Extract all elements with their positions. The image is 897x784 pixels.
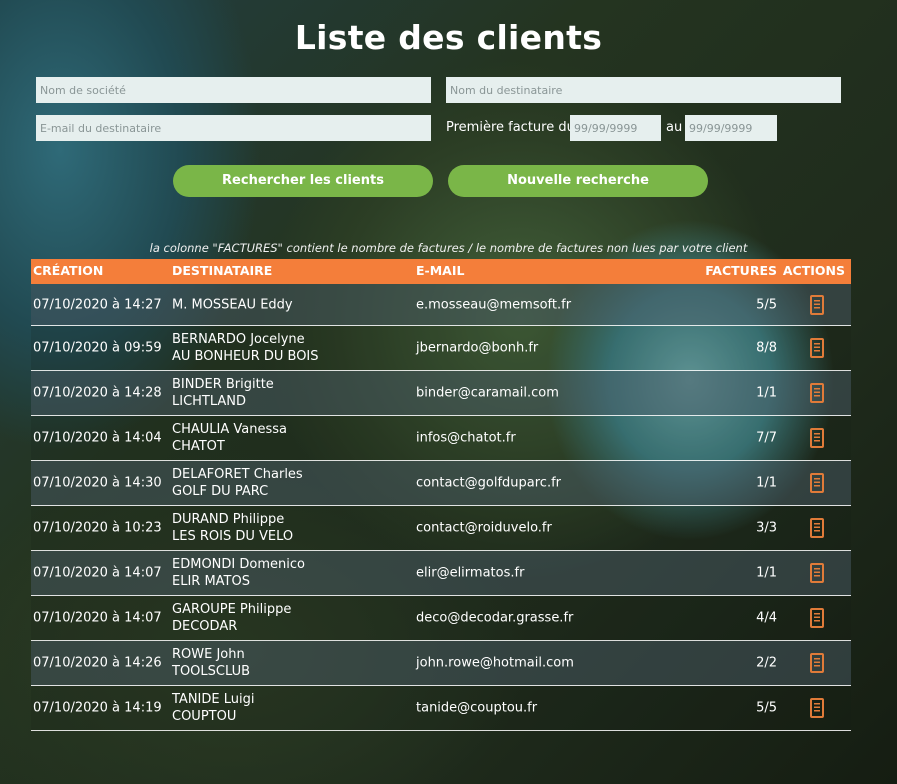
table-row: 07/10/2020 à 14:07 EDMONDI Domenico ELIR… xyxy=(31,551,851,596)
cell-factures: 5/5 xyxy=(756,700,777,716)
cell-email: tanide@couptou.fr xyxy=(416,700,538,716)
table-row: 07/10/2020 à 14:19 TANIDE Luigi COUPTOU … xyxy=(31,686,851,731)
table-body: 07/10/2020 à 14:27 M. MOSSEAU Eddy e.mos… xyxy=(31,284,851,731)
cell-creation: 07/10/2020 à 14:07 xyxy=(33,610,162,626)
invoice-list-icon[interactable] xyxy=(810,473,824,493)
cell-email: deco@decodar.grasse.fr xyxy=(416,610,574,626)
cell-destinataire: ROWE John TOOLSCLUB xyxy=(172,646,250,680)
invoice-list-icon[interactable] xyxy=(810,428,824,448)
table-row: 07/10/2020 à 14:04 CHAULIA Vanessa CHATO… xyxy=(31,416,851,461)
cell-email: elir@elirmatos.fr xyxy=(416,565,525,581)
recipient-name: ROWE John xyxy=(172,647,245,662)
cell-creation: 07/10/2020 à 14:28 xyxy=(33,385,162,401)
recipient-name: M. MOSSEAU Eddy xyxy=(172,297,293,312)
cell-creation: 07/10/2020 à 09:59 xyxy=(33,340,162,356)
header-actions: ACTIONS xyxy=(782,263,845,278)
recipient-name: BINDER Brigitte xyxy=(172,377,274,392)
cell-creation: 07/10/2020 à 14:07 xyxy=(33,565,162,581)
recipient-name: EDMONDI Domenico xyxy=(172,557,305,572)
cell-creation: 07/10/2020 à 14:19 xyxy=(33,700,162,716)
cell-creation: 07/10/2020 à 14:30 xyxy=(33,475,162,491)
invoice-list-icon[interactable] xyxy=(810,518,824,538)
cell-email: jbernardo@bonh.fr xyxy=(416,340,539,356)
cell-email: binder@caramail.com xyxy=(416,385,559,401)
company-name: LES ROIS DU VELO xyxy=(172,529,294,544)
date-from-input[interactable] xyxy=(570,115,661,141)
recipient-name: CHAULIA Vanessa xyxy=(172,422,287,437)
cell-factures: 1/1 xyxy=(756,385,777,401)
cell-destinataire: GAROUPE Philippe DECODAR xyxy=(172,601,291,635)
table-row: 07/10/2020 à 14:26 ROWE John TOOLSCLUB j… xyxy=(31,641,851,686)
cell-factures: 3/3 xyxy=(756,520,777,536)
date-to-label: au xyxy=(666,120,683,135)
cell-creation: 07/10/2020 à 14:04 xyxy=(33,430,162,446)
cell-destinataire: CHAULIA Vanessa CHATOT xyxy=(172,421,287,455)
cell-destinataire: TANIDE Luigi COUPTOU xyxy=(172,691,254,725)
cell-email: contact@golfduparc.fr xyxy=(416,475,562,491)
cell-destinataire: DELAFORET Charles GOLF DU PARC xyxy=(172,466,303,500)
cell-destinataire: BINDER Brigitte LICHTLAND xyxy=(172,376,274,410)
table-row: 07/10/2020 à 14:27 M. MOSSEAU Eddy e.mos… xyxy=(31,284,851,326)
recipient-name: TANIDE Luigi xyxy=(172,692,255,707)
table-header: CRÉATION DESTINATAIRE E-MAIL FACTURES AC… xyxy=(31,259,851,284)
invoice-list-icon[interactable] xyxy=(810,294,824,315)
table-row: 07/10/2020 à 14:30 DELAFORET Charles GOL… xyxy=(31,461,851,506)
clients-table: CRÉATION DESTINATAIRE E-MAIL FACTURES AC… xyxy=(31,259,851,731)
company-name: CHATOT xyxy=(172,439,225,454)
cell-creation: 07/10/2020 à 10:23 xyxy=(33,520,162,536)
company-name: LICHTLAND xyxy=(172,394,247,409)
recipient-name: GAROUPE Philippe xyxy=(172,602,292,617)
table-row: 07/10/2020 à 14:07 GAROUPE Philippe DECO… xyxy=(31,596,851,641)
cell-email: infos@chatot.fr xyxy=(416,430,516,446)
cell-destinataire: DURAND Philippe LES ROIS DU VELO xyxy=(172,511,293,545)
invoice-list-icon[interactable] xyxy=(810,698,824,718)
cell-factures: 8/8 xyxy=(756,340,777,356)
company-name-input[interactable] xyxy=(36,77,431,103)
recipient-email-input[interactable] xyxy=(36,115,431,141)
cell-factures: 1/1 xyxy=(756,565,777,581)
recipient-name: BERNARDO Jocelyne xyxy=(172,332,305,347)
invoice-list-icon[interactable] xyxy=(810,563,824,583)
search-clients-button[interactable]: Rechercher les clients xyxy=(173,165,433,197)
invoice-list-icon[interactable] xyxy=(810,608,824,628)
factures-note: la colonne "FACTURES" contient le nombre… xyxy=(149,241,748,255)
cell-factures: 7/7 xyxy=(756,430,777,446)
cell-destinataire: EDMONDI Domenico ELIR MATOS xyxy=(172,556,305,590)
cell-factures: 4/4 xyxy=(756,610,777,626)
page-title: Liste des clients xyxy=(294,18,603,57)
table-row: 07/10/2020 à 14:28 BINDER Brigitte LICHT… xyxy=(31,371,851,416)
table-row: 07/10/2020 à 10:23 DURAND Philippe LES R… xyxy=(31,506,851,551)
cell-email: john.rowe@hotmail.com xyxy=(416,655,574,671)
company-name: GOLF DU PARC xyxy=(172,484,269,499)
company-name: COUPTOU xyxy=(172,709,237,724)
cell-email: contact@roiduvelo.fr xyxy=(416,520,552,536)
cell-destinataire: BERNARDO Jocelyne AU BONHEUR DU BOIS xyxy=(172,331,319,365)
header-factures: FACTURES xyxy=(705,263,777,278)
invoice-list-icon[interactable] xyxy=(810,383,824,403)
invoice-list-icon[interactable] xyxy=(810,653,824,673)
date-to-input[interactable] xyxy=(685,115,777,141)
cell-factures: 2/2 xyxy=(756,655,777,671)
header-email: E-MAIL xyxy=(416,263,465,278)
recipient-name-input[interactable] xyxy=(446,77,841,103)
company-name: TOOLSCLUB xyxy=(172,664,251,679)
company-name: DECODAR xyxy=(172,619,238,634)
company-name: AU BONHEUR DU BOIS xyxy=(172,349,319,364)
cell-email: e.mosseau@memsoft.fr xyxy=(416,297,572,312)
header-destinataire: DESTINATAIRE xyxy=(172,263,273,278)
cell-factures: 1/1 xyxy=(756,475,777,491)
cell-destinataire: M. MOSSEAU Eddy xyxy=(172,296,293,313)
cell-creation: 07/10/2020 à 14:27 xyxy=(33,297,162,312)
recipient-name: DELAFORET Charles xyxy=(172,467,303,482)
cell-factures: 5/5 xyxy=(756,297,777,312)
invoice-list-icon[interactable] xyxy=(810,338,824,358)
company-name: ELIR MATOS xyxy=(172,574,250,589)
header-creation: CRÉATION xyxy=(33,263,104,278)
new-search-button[interactable]: Nouvelle recherche xyxy=(448,165,708,197)
client-list-page: Liste des clients Première facture du au… xyxy=(0,0,897,784)
recipient-name: DURAND Philippe xyxy=(172,512,285,527)
cell-creation: 07/10/2020 à 14:26 xyxy=(33,655,162,671)
table-row: 07/10/2020 à 09:59 BERNARDO Jocelyne AU … xyxy=(31,326,851,371)
first-invoice-label: Première facture du xyxy=(446,120,575,135)
